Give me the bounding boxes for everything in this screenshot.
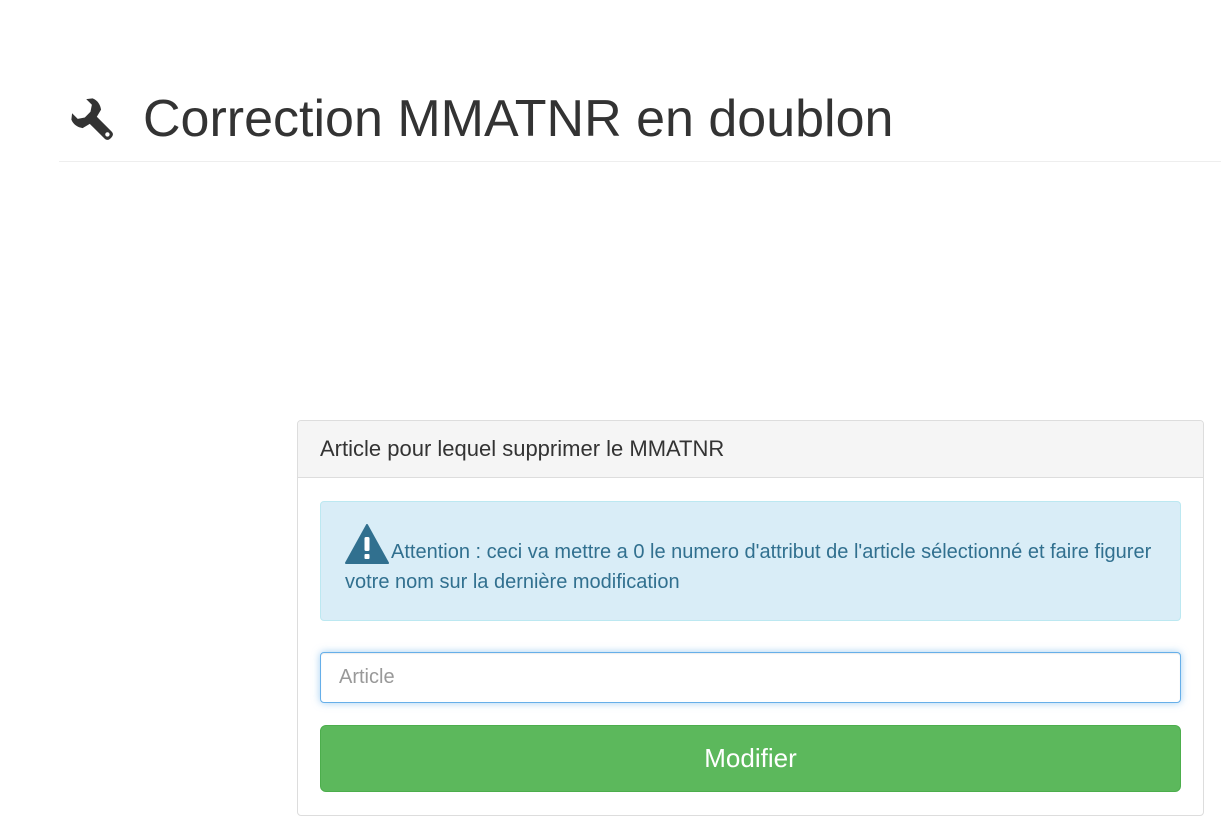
warning-alert: Attention : ceci va mettre a 0 le numero…: [320, 501, 1181, 621]
article-input[interactable]: [320, 652, 1181, 703]
page-title: Correction MMATNR en doublon: [143, 90, 894, 148]
modifier-button[interactable]: Modifier: [320, 725, 1181, 792]
warning-icon: [345, 524, 389, 564]
page-header: Correction MMATNR en doublon: [59, 78, 1221, 162]
wrench-icon: [67, 94, 121, 148]
panel-heading: Article pour lequel supprimer le MMATNR: [298, 421, 1203, 478]
alert-text: Attention : ceci va mettre a 0 le numero…: [345, 541, 1152, 593]
article-panel: Article pour lequel supprimer le MMATNR …: [297, 420, 1204, 816]
